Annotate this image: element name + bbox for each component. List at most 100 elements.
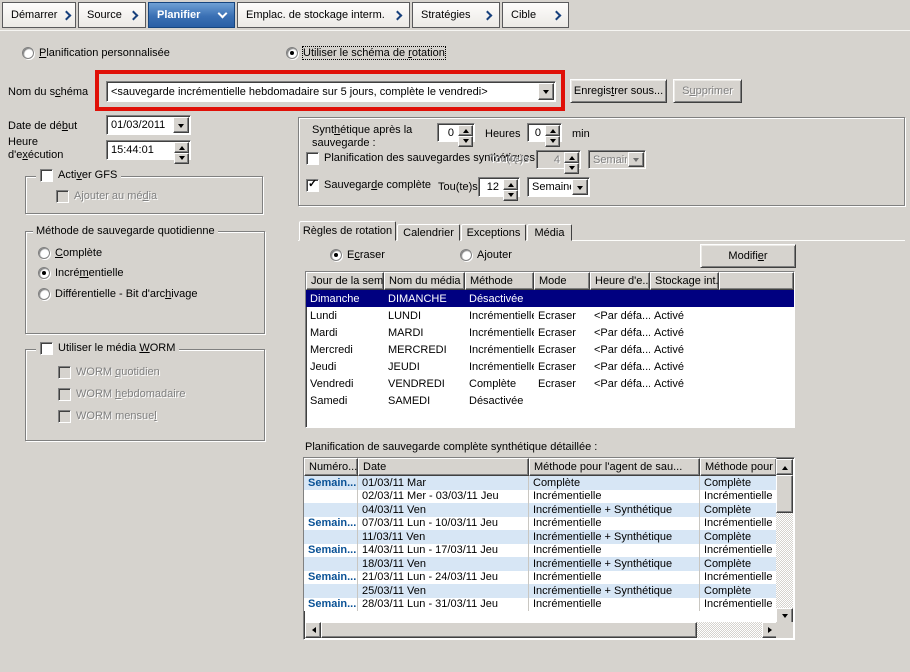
tab-source[interactable]: Source xyxy=(78,2,146,28)
table-cell: Ecraser xyxy=(538,326,576,339)
table-row[interactable]: 25/03/11 Ven Incrémentielle + Synthétique… xyxy=(304,584,777,598)
radio-complete[interactable]: Complète xyxy=(38,247,102,259)
table-row[interactable]: Semain... 28/03/11 Lun - 31/03/11 Jeu Incr… xyxy=(304,597,777,611)
tab-calendrier[interactable]: Calendrier xyxy=(397,224,460,241)
checkbox-worm-hebdomadaire[interactable]: WORM hebdomadaire xyxy=(58,388,185,401)
spin-up-button[interactable] xyxy=(458,125,473,136)
table-header-row: Numéro... Date Méthode pour l'agent de sau… xyxy=(304,458,777,476)
start-date-combobox[interactable]: 01/03/2011 xyxy=(106,115,191,135)
label-line: Synthétique après la xyxy=(312,124,413,136)
synthetic-minutes-field[interactable]: 0 xyxy=(527,123,562,147)
checkbox-sauvegarde-complete[interactable]: Sauvegarde complète xyxy=(306,178,431,192)
column-header[interactable]: Date xyxy=(358,458,529,476)
scrollbar-thumb[interactable] xyxy=(321,622,697,638)
delete-button[interactable]: Su pprimer xyxy=(673,79,742,103)
radio-incrementielle[interactable]: Incrémentielle xyxy=(38,267,124,279)
table-cell: Incrémentielle xyxy=(469,343,534,356)
spin-up-button[interactable] xyxy=(545,125,560,136)
column-header[interactable]: Stockage int... xyxy=(650,272,719,290)
spin-down-button[interactable] xyxy=(503,190,518,201)
table-cell: Semain... xyxy=(304,570,358,584)
radio-utiliser-schema-rotation[interactable]: Utiliser le schéma de rotation xyxy=(286,46,446,60)
column-header[interactable]: Mode xyxy=(534,272,590,290)
column-header[interactable]: Numéro... xyxy=(304,458,358,476)
column-header[interactable]: Méthode xyxy=(465,272,534,290)
vertical-scrollbar[interactable] xyxy=(776,459,793,624)
spin-up-button[interactable] xyxy=(503,179,518,190)
table-row[interactable]: 02/03/11 Mer - 03/03/11 Jeu Incrémentiell… xyxy=(304,489,777,503)
table-cell xyxy=(304,584,358,598)
table-row[interactable]: Dimanche DIMANCHE Désactivée xyxy=(306,290,794,307)
spin-down-button[interactable] xyxy=(564,163,579,174)
table-row[interactable]: 11/03/11 Ven Incrémentielle + Synthétique… xyxy=(304,530,777,544)
tab-media[interactable]: Média xyxy=(527,224,572,241)
tab-planifier[interactable]: Planifier xyxy=(148,2,235,28)
table-row[interactable]: Lundi LUNDI Incrémentielle Ecraser <Par défa… xyxy=(306,307,794,324)
horizontal-scrollbar[interactable] xyxy=(305,622,778,638)
spin-down-button[interactable] xyxy=(545,136,560,147)
table-row[interactable]: Samedi SAMEDI Désactivée xyxy=(306,392,794,409)
table-row[interactable]: 04/03/11 Ven Incrémentielle + Synthétique… xyxy=(304,503,777,517)
spin-down-button[interactable] xyxy=(174,153,189,164)
scrollbar-track[interactable] xyxy=(776,513,793,608)
checkbox-label: WORM mensuel xyxy=(76,410,157,422)
scroll-up-button[interactable] xyxy=(776,459,793,475)
table-row[interactable]: Semain... 07/03/11 Lun - 10/03/11 Jeu Incr… xyxy=(304,516,777,530)
dropdown-button[interactable] xyxy=(538,83,554,100)
checkbox-worm-mensuel[interactable]: WORM mensuel xyxy=(58,410,157,423)
radio-ajouter[interactable]: Ajouter xyxy=(460,249,512,261)
radio-ecraser[interactable]: Ecraser xyxy=(330,249,385,261)
table-cell: Complète xyxy=(700,503,777,517)
tab-regles-de-rotation[interactable]: Règles de rotation xyxy=(299,221,396,241)
table-row[interactable]: Mardi MARDI Incrémentielle Ecraser <Par défa… xyxy=(306,324,794,341)
scrollbar-track[interactable] xyxy=(697,622,762,638)
table-cell: VENDREDI xyxy=(388,377,445,390)
table-row[interactable]: Mercredi MERCREDI Incrémentielle Ecraser <Pa… xyxy=(306,341,794,358)
table-row[interactable]: Vendredi VENDREDI Complète Ecraser <Par défa… xyxy=(306,375,794,392)
column-header[interactable]: Méthode pour l'agent de sau... xyxy=(529,458,700,476)
column-header[interactable]: Nom du média xyxy=(384,272,465,290)
dropdown-button[interactable] xyxy=(572,179,588,195)
spin-up-button[interactable] xyxy=(174,142,189,153)
column-header[interactable]: Méthode pour l'ag xyxy=(700,458,777,476)
execution-time-field[interactable]: 15:44:01 xyxy=(106,140,191,164)
modify-button[interactable]: Modifi e r xyxy=(700,244,796,268)
synthetic-every-field[interactable]: 4 xyxy=(536,150,581,174)
checkbox-ajouter-media[interactable]: Ajouter au média xyxy=(56,190,157,203)
radio-differentielle[interactable]: Différentielle - Bit d'archivage xyxy=(38,288,198,300)
checkbox-utiliser-media-worm[interactable]: Utiliser le média WORM xyxy=(36,342,180,355)
tab-strategies[interactable]: Stratégies xyxy=(412,2,500,28)
table-row[interactable]: 18/03/11 Ven Incrémentielle + Synthétique… xyxy=(304,557,777,571)
column-header[interactable] xyxy=(719,272,794,290)
tab-demarrer[interactable]: Démarrer xyxy=(2,2,76,28)
save-as-button[interactable]: Enregis t rer sous... xyxy=(570,79,667,103)
tab-exceptions[interactable]: Exceptions xyxy=(461,224,526,241)
scrollbar-thumb[interactable] xyxy=(776,475,793,513)
table-row[interactable]: Semain... 14/03/11 Lun - 17/03/11 Jeu Incr… xyxy=(304,543,777,557)
tab-emplacement-stockage[interactable]: Emplac. de stockage interm. xyxy=(237,2,410,28)
full-every-field[interactable]: 12 xyxy=(478,177,520,201)
table-row[interactable]: Semain... 21/03/11 Lun - 24/03/11 Jeu Incr… xyxy=(304,570,777,584)
column-header[interactable]: Jour de la sem... xyxy=(306,272,384,290)
tab-cible[interactable]: Cible xyxy=(502,2,569,28)
checkbox-worm-quotidien[interactable]: WORM quotidien xyxy=(58,366,160,379)
dropdown-button[interactable] xyxy=(628,152,644,167)
table-row[interactable]: Semain... 01/03/11 Mar Complète Complète xyxy=(304,476,777,490)
full-unit-dropdown[interactable]: Semaine(s) xyxy=(527,177,590,197)
synthetic-unit-dropdown[interactable]: Semaine(s) xyxy=(588,150,646,169)
spin-down-button[interactable] xyxy=(458,136,473,147)
table-row[interactable]: Jeudi JEUDI Incrémentielle Ecraser <Par défa… xyxy=(306,358,794,375)
spin-up-button[interactable] xyxy=(564,152,579,163)
table-cell: Incrémentielle xyxy=(529,543,700,557)
radio-planification-personnalisee[interactable]: Planification personnalisée xyxy=(22,47,170,59)
schema-name-combobox[interactable]: <sauvegarde incrémentielle hebdomadaire … xyxy=(106,81,556,102)
dropdown-button[interactable] xyxy=(173,117,189,133)
checkbox-icon xyxy=(58,366,71,379)
scroll-left-button[interactable] xyxy=(305,622,321,638)
table-cell xyxy=(304,489,358,503)
table-cell: <Par défa... xyxy=(594,377,650,390)
table-cell xyxy=(304,557,358,571)
checkbox-activer-gfs[interactable]: Activer GFS xyxy=(36,169,122,182)
column-header[interactable]: Heure d'e... xyxy=(590,272,650,290)
synthetic-hours-field[interactable]: 0 xyxy=(437,123,475,147)
